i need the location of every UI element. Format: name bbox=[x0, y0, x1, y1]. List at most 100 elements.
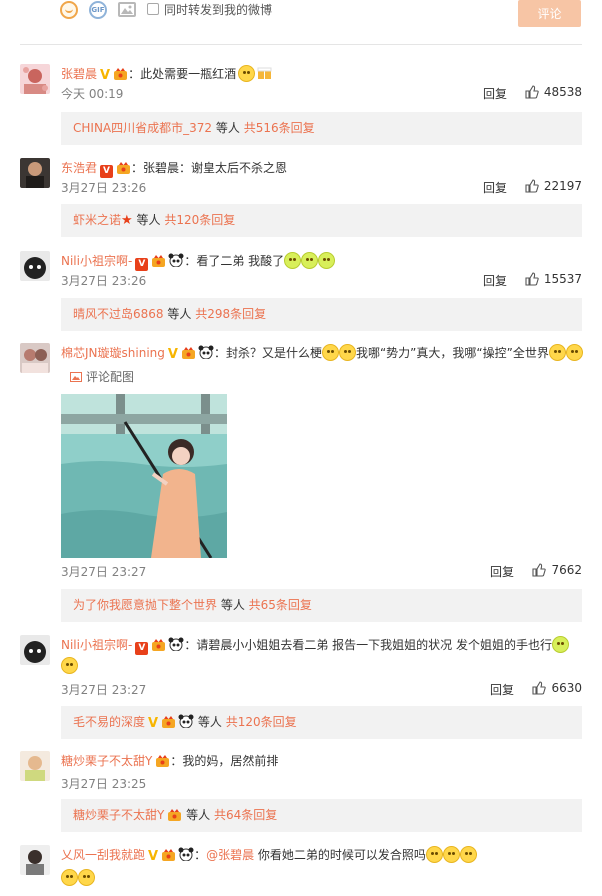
like-count: 48538 bbox=[543, 85, 582, 99]
reply-button[interactable]: 回复 bbox=[490, 563, 514, 580]
thumbs-up-icon bbox=[525, 272, 539, 286]
reply-username[interactable]: 糖炒栗子不太甜Y bbox=[73, 808, 164, 822]
wink-emoji-icon bbox=[548, 344, 566, 361]
laugh-emoji-icon bbox=[238, 65, 256, 82]
laugh-emoji-icon bbox=[321, 344, 339, 361]
comment-body: Nili小祖宗啊- V ：看了二弟 我酸了 bbox=[61, 251, 582, 271]
crown-icon bbox=[162, 716, 176, 728]
reply-count-link[interactable]: 共64条回复 bbox=[214, 808, 277, 822]
like-button[interactable]: 15537 bbox=[525, 272, 582, 286]
comment-photo[interactable] bbox=[61, 394, 227, 558]
comment-time: 3月27日 23:25 bbox=[61, 777, 147, 791]
like-button[interactable]: 48538 bbox=[525, 85, 582, 99]
submit-comment-button[interactable]: 评论 bbox=[518, 0, 581, 27]
username-link[interactable]: Nili小祖宗啊- bbox=[61, 638, 132, 652]
reply-username[interactable]: 为了你我愿意抛下整个世界 bbox=[73, 598, 217, 612]
comment-picture-link[interactable]: 评论配图 bbox=[70, 368, 134, 385]
reply-count-link[interactable]: 共120条回复 bbox=[226, 715, 297, 729]
reply-username[interactable]: CHINA四川省成都市_372 bbox=[73, 121, 212, 135]
reply-summary[interactable]: 毛不易的深度 V 等人 共120条回复 bbox=[61, 706, 582, 739]
like-button[interactable]: 6630 bbox=[532, 681, 582, 695]
reply-button[interactable]: 回复 bbox=[490, 681, 514, 698]
avatar[interactable] bbox=[20, 158, 50, 188]
username-link[interactable]: 乂风一刮我就跑 bbox=[61, 848, 145, 862]
repost-checkbox[interactable] bbox=[147, 3, 159, 15]
avatar[interactable] bbox=[20, 64, 50, 94]
sour-emoji-icon bbox=[301, 252, 319, 269]
smiley-icon[interactable] bbox=[60, 1, 78, 19]
panda-icon bbox=[168, 253, 184, 267]
verified-badge-icon: V bbox=[100, 165, 114, 178]
laugh-emoji-icon bbox=[338, 344, 356, 361]
sour-emoji-icon bbox=[551, 636, 569, 653]
like-button[interactable]: 22197 bbox=[525, 179, 582, 193]
reply-username[interactable]: 晴风不过岛6868 bbox=[73, 307, 164, 321]
sad-emoji-icon bbox=[425, 846, 443, 863]
reply-count-link[interactable]: 共120条回复 bbox=[164, 213, 235, 227]
reply-button[interactable]: 回复 bbox=[483, 85, 507, 102]
crown-icon bbox=[114, 68, 128, 80]
username-link[interactable]: 东浩君 bbox=[61, 161, 97, 175]
comment-text: 封杀？又是什么梗 bbox=[225, 346, 322, 360]
reply-summary[interactable]: 糖炒栗子不太甜Y 等人 共64条回复 bbox=[61, 799, 582, 832]
comment-body: 东浩君 V ：张碧晨：谢皇太后不杀之恩 bbox=[61, 161, 288, 178]
reply-summary[interactable]: CHINA四川省成都市_372 等人 共516条回复 bbox=[61, 112, 582, 145]
laugh-emoji-icon bbox=[78, 869, 95, 886]
comment-text-continued: 我哪“势力”真大，我哪“操控”全世界 bbox=[355, 346, 549, 360]
crown-icon bbox=[162, 849, 176, 861]
laugh-emoji-icon bbox=[61, 869, 78, 886]
thumbs-up-icon bbox=[532, 681, 547, 695]
avatar[interactable] bbox=[20, 343, 50, 373]
comment-item: Nili小祖宗啊- V ：请碧晨小小姐姐去看二弟 报告一下我姐姐的状况 发个姐姐的手… bbox=[20, 635, 582, 745]
comment-time: 今天 00:19 bbox=[61, 87, 124, 101]
reply-count-link[interactable]: 共298条回复 bbox=[195, 307, 266, 321]
reply-summary[interactable]: 为了你我愿意抛下整个世界 等人 共65条回复 bbox=[61, 589, 582, 622]
gif-icon[interactable]: GIF bbox=[89, 1, 107, 19]
avatar[interactable] bbox=[20, 635, 50, 665]
divider bbox=[20, 44, 582, 45]
reply-count-link[interactable]: 共65条回复 bbox=[249, 598, 312, 612]
reply-summary[interactable]: 虾米之诺★ 等人 共120条回复 bbox=[61, 204, 582, 237]
sour-emoji-icon bbox=[318, 252, 336, 269]
crown-icon bbox=[156, 755, 170, 767]
panda-icon bbox=[168, 637, 184, 651]
crown-icon bbox=[152, 255, 166, 267]
comment-item: 乂风一刮我就跑 V ：@张碧晨 你看她二弟的时候可以发合照吗 bbox=[20, 845, 582, 896]
sad-emoji-icon bbox=[442, 846, 460, 863]
reply-summary[interactable]: 晴风不过岛6868 等人 共298条回复 bbox=[61, 298, 582, 331]
star-icon: ★ bbox=[121, 213, 133, 228]
reply-button[interactable]: 回复 bbox=[483, 272, 507, 289]
panda-icon bbox=[178, 847, 194, 861]
comment-composer-toolbar: GIF 同时转发到我的微博 评论 bbox=[0, 0, 602, 36]
like-count: 15537 bbox=[543, 272, 582, 286]
verified-badge-icon: V bbox=[148, 849, 159, 864]
comment-text: 我的妈，居然前排 bbox=[182, 754, 279, 768]
avatar[interactable] bbox=[20, 251, 50, 281]
verified-badge-icon: V bbox=[135, 642, 149, 655]
mention-link[interactable]: @张碧晨 bbox=[206, 848, 254, 862]
image-icon[interactable] bbox=[118, 2, 136, 17]
panda-icon bbox=[178, 714, 194, 728]
comment-text: 你看她二弟的时候可以发合照吗 bbox=[254, 848, 426, 862]
reply-username[interactable]: 毛不易的深度 bbox=[73, 715, 145, 729]
comment-body: 棉芯JN璇璇shining V ：封杀？又是什么梗 我哪“势力”真大，我哪“操控”全世… bbox=[61, 343, 583, 365]
like-count: 22197 bbox=[543, 179, 582, 193]
thumbs-up-icon bbox=[525, 179, 539, 193]
username-link[interactable]: 棉芯JN璇璇shining bbox=[61, 346, 165, 360]
crown-icon bbox=[168, 809, 182, 821]
reply-count-link[interactable]: 共516条回复 bbox=[244, 121, 315, 135]
username-link[interactable]: Nili小祖宗啊- bbox=[61, 254, 132, 268]
like-button[interactable]: 7662 bbox=[532, 563, 582, 577]
avatar[interactable] bbox=[20, 845, 50, 875]
comment-time: 3月27日 23:27 bbox=[61, 683, 147, 697]
avatar[interactable] bbox=[20, 751, 50, 781]
reply-username[interactable]: 虾米之诺 bbox=[73, 213, 121, 227]
comment-body: Nili小祖宗啊- V ：请碧晨小小姐姐去看二弟 报告一下我姐姐的状况 发个姐姐的手… bbox=[61, 635, 582, 655]
reply-button[interactable]: 回复 bbox=[483, 179, 507, 196]
laugh-emoji-icon bbox=[61, 657, 78, 674]
username-link[interactable]: 张碧晨 bbox=[61, 67, 97, 81]
sad-emoji-icon bbox=[459, 846, 477, 863]
username-link[interactable]: 糖炒栗子不太甜Y bbox=[61, 754, 152, 768]
comment-time: 3月27日 23:27 bbox=[61, 565, 147, 579]
comment-time: 3月27日 23:26 bbox=[61, 274, 147, 288]
